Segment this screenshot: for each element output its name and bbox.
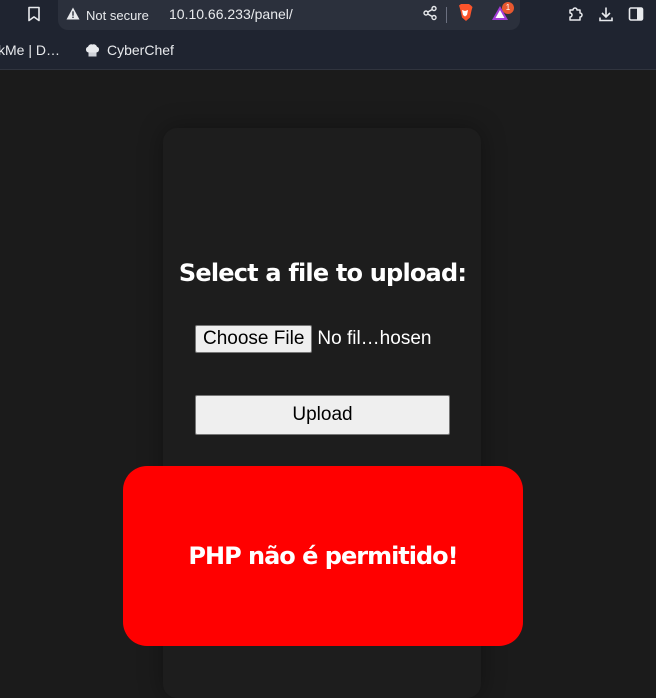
brave-shields-button[interactable]	[455, 3, 475, 27]
page-content: Select a file to upload: Choose File No …	[0, 70, 656, 698]
bookmark-item[interactable]: kMe | D…	[0, 41, 60, 59]
error-alert: PHP não é permitido!	[123, 466, 523, 646]
url-text[interactable]: 10.10.66.233/panel/	[169, 6, 293, 22]
bookmark-item-cyberchef[interactable]: CyberChef	[85, 41, 174, 59]
browser-toolbar: Not secure 10.10.66.233/panel/ 1	[0, 0, 656, 32]
security-indicator[interactable]: Not secure	[66, 6, 149, 24]
extensions-icon	[567, 5, 585, 27]
page-title: Select a file to upload:	[178, 259, 467, 287]
file-input[interactable]: Choose File No fil…hosen	[195, 325, 431, 353]
omnibox-divider	[446, 7, 447, 23]
upload-button[interactable]: Upload	[195, 395, 450, 435]
brave-shields-icon	[456, 3, 474, 27]
bookmark-label: kMe | D…	[0, 42, 60, 58]
download-icon	[598, 6, 614, 26]
extensions-button[interactable]	[565, 5, 587, 27]
bookmark-icon	[27, 6, 41, 26]
file-status-text: No fil…hosen	[317, 328, 432, 349]
sidebar-icon	[628, 6, 644, 26]
share-icon	[422, 5, 438, 25]
brave-rewards-button[interactable]: 1	[490, 2, 514, 25]
choose-file-button[interactable]: Choose File	[195, 325, 313, 353]
error-message: PHP não é permitido!	[188, 542, 458, 570]
downloads-button[interactable]	[595, 5, 617, 27]
bookmark-label: CyberChef	[107, 42, 174, 58]
bookmark-page-button[interactable]	[22, 4, 46, 28]
bookmarks-bar: kMe | D… CyberChef	[0, 32, 656, 70]
chef-hat-icon	[85, 43, 100, 58]
share-button[interactable]	[420, 5, 440, 25]
security-label: Not secure	[86, 7, 149, 23]
rewards-badge: 1	[502, 2, 514, 14]
address-bar[interactable]: Not secure 10.10.66.233/panel/ 1	[58, 0, 520, 30]
warning-icon	[66, 7, 86, 23]
sidebar-button[interactable]	[625, 5, 647, 27]
